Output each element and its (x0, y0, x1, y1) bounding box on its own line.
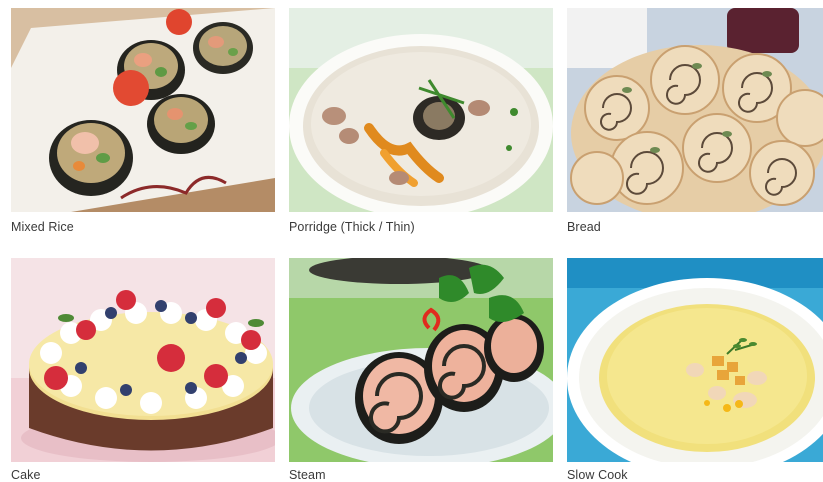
slow-cook-photo (567, 258, 823, 462)
mixed-rice-photo (11, 8, 275, 212)
tile-mixed-rice[interactable]: Mixed Rice (11, 8, 275, 240)
bread-photo (567, 8, 823, 212)
tile-slow-cook[interactable]: Slow Cook (567, 258, 823, 482)
tile-label-bread: Bread (567, 220, 601, 234)
porridge-photo (289, 8, 553, 212)
tile-cake[interactable]: Cake (11, 258, 275, 482)
tile-label-mixed-rice: Mixed Rice (11, 220, 74, 234)
tile-bread[interactable]: Bread (567, 8, 823, 240)
steam-photo (289, 258, 553, 462)
tile-label-steam: Steam (289, 468, 326, 482)
tile-label-porridge: Porridge (Thick / Thin) (289, 220, 415, 234)
cooking-mode-grid: Mixed Rice Porridge (Thick / Thin) Bread… (0, 0, 823, 482)
tile-label-cake: Cake (11, 468, 41, 482)
tile-label-slow-cook: Slow Cook (567, 468, 628, 482)
tile-porridge[interactable]: Porridge (Thick / Thin) (289, 8, 553, 240)
tile-steam[interactable]: Steam (289, 258, 553, 482)
cake-photo (11, 258, 275, 462)
